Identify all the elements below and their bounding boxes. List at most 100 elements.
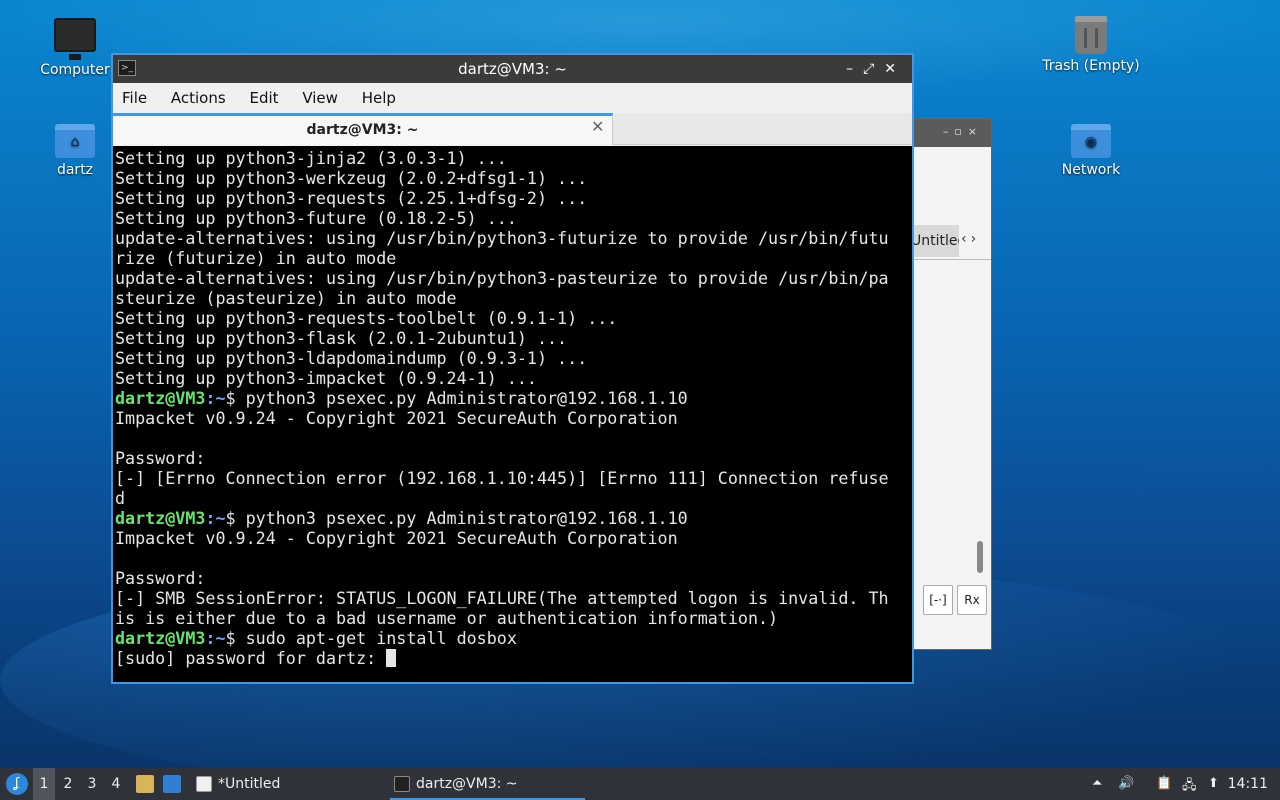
prompt-path: :~ [205,628,226,648]
task-untitled-editor[interactable]: *Untitled [192,768,382,800]
terminal-tab[interactable]: dartz@VM3: ~ [113,113,613,145]
workspace-3[interactable]: 3 [81,768,103,800]
terminal-line: Setting up python3-requests-toolbelt (0.… [115,308,910,328]
editor-tab[interactable]: Untitled [911,225,959,257]
menu-edit[interactable]: Edit [249,89,278,107]
start-menu-icon[interactable]: ʆ [6,773,28,795]
desktop-icon-label: Trash (Empty) [1042,58,1140,74]
background-editor-window[interactable]: –▫× Untitled ‹› [-·] Rx [911,118,992,650]
terminal-icon [394,776,410,792]
window-title: dartz@VM3: ~ [458,60,567,78]
volume-icon[interactable]: 🔊 [1118,776,1134,791]
tray-up-arrow-icon[interactable]: ⏶ [1092,776,1102,791]
terminal-line: dartz@VM3:~$ python3 psexec.py Administr… [115,388,910,408]
terminal-line: update-alternatives: using /usr/bin/pyth… [115,268,910,288]
menu-help[interactable]: Help [362,89,396,107]
terminal-line: Password: [115,448,910,468]
terminal-line: rize (futurize) in auto mode [115,248,910,268]
output-text: Setting up python3-requests (2.25.1+dfsg… [115,188,588,208]
output-text: Setting up python3-jinja2 (3.0.3-1) ... [115,148,507,168]
output-text: Setting up python3-werkzeug (2.0.2+dfsg1… [115,168,588,188]
terminal-output[interactable]: Setting up python3-jinja2 (3.0.3-1) ... S… [113,146,912,682]
task-label: *Untitled [218,776,281,792]
window-controls[interactable]: –▫× [913,119,991,147]
desktop-icon-computer[interactable]: Computer [25,18,125,78]
output-text: Setting up python3-future (0.18.2-5) ... [115,208,517,228]
terminal-line: steurize (pasteurize) in auto mode [115,288,910,308]
window-titlebar[interactable]: >_ dartz@VM3: ~ –⤢✕ [113,55,912,83]
command-text: $ python3 psexec.py Administrator@192.16… [225,388,688,408]
terminal-line: d [115,488,910,508]
output-text: Impacket v0.9.24 - Copyright 2021 Secure… [115,528,678,548]
menu-bar: File Actions Edit View Help [113,83,912,113]
desktop-icon-trash[interactable]: Trash (Empty) [1041,16,1141,74]
close-icon[interactable]: ✕ [884,61,906,77]
output-text: Setting up python3-requests-toolbelt (0.… [115,308,618,328]
toolbar-button-regex[interactable]: Rx [957,585,987,615]
terminal-line: Setting up python3-werkzeug (2.0.2+dfsg1… [115,168,910,188]
terminal-line: Setting up python3-impacket (0.9.24-1) .… [115,368,910,388]
clock[interactable]: 14:11 [1228,768,1268,800]
terminal-line: dartz@VM3:~$ python3 psexec.py Administr… [115,508,910,528]
workspace-2[interactable]: 2 [57,768,79,800]
desktop-icon-home[interactable]: ⌂ dartz [25,124,125,178]
desktop-icon-label: Computer [40,62,110,78]
output-text: Setting up python3-impacket (0.9.24-1) .… [115,368,537,388]
command-text: $ sudo apt-get install dosbox [225,628,517,648]
prompt-path: :~ [205,508,226,528]
terminal-line: [sudo] password for dartz: [115,648,910,668]
task-terminal[interactable]: dartz@VM3: ~ [390,768,585,800]
menu-actions[interactable]: Actions [171,89,226,107]
terminal-line: Password: [115,568,910,588]
terminal-window[interactable]: >_ dartz@VM3: ~ –⤢✕ File Actions Edit Vi… [111,53,914,684]
output-text: Setting up python3-flask (2.0.1-2ubuntu1… [115,328,568,348]
network-tray-icon[interactable]: 🖧 [1182,776,1197,798]
scrollbar-thumb[interactable] [977,541,983,573]
tab-close-icon[interactable]: ✕ [591,117,604,136]
prompt-user: dartz@VM3 [115,508,206,528]
workspace-4[interactable]: 4 [105,768,127,800]
clipboard-icon[interactable]: 📋 [1156,776,1172,791]
desktop-icon-label: dartz [56,162,94,178]
prompt-user: dartz@VM3 [115,628,206,648]
update-notifier-icon[interactable]: ⬆ [1208,776,1219,791]
desktop-icon-network[interactable]: ◉ Network [1041,124,1141,178]
terminal-line: Setting up python3-flask (2.0.1-2ubuntu1… [115,328,910,348]
output-text: Setting up python3-ldapdomaindump (0.9.3… [115,348,588,368]
show-desktop-icon[interactable] [163,775,181,793]
toolbar-button-brackets[interactable]: [-·] [923,585,953,615]
window-controls[interactable]: –⤢✕ [846,55,906,83]
output-text: rize (futurize) in auto mode [115,248,397,268]
output-text: d [115,488,126,508]
workspace-1[interactable]: 1 [33,768,55,800]
maximize-icon[interactable]: ⤢ [863,61,884,77]
output-text: steurize (pasteurize) in auto mode [115,288,457,308]
prompt-user: dartz@VM3 [115,388,206,408]
terminal-line: [-] SMB SessionError: STATUS_LOGON_FAILU… [115,588,910,608]
file-manager-launcher-icon[interactable] [136,775,154,793]
output-text: Password: [115,448,206,468]
network-folder-icon: ◉ [1071,124,1111,158]
terminal-line: update-alternatives: using /usr/bin/pyth… [115,228,910,248]
output-text: Password: [115,568,206,588]
menu-file[interactable]: File [122,89,147,107]
trash-icon [1075,16,1107,54]
minimize-icon[interactable]: – [846,61,863,77]
desktop-icon-label: Network [1061,162,1121,178]
output-text: is is either due to a bad username or au… [115,608,779,628]
output-text: [-] [Errno Connection error (192.168.1.1… [115,468,889,488]
tab-scroll-arrows-icon[interactable]: ‹› [961,231,980,247]
text-editor-icon [196,776,212,792]
menu-view[interactable]: View [302,89,338,107]
terminal-line: Setting up python3-future (0.18.2-5) ... [115,208,910,228]
output-text: update-alternatives: using /usr/bin/pyth… [115,228,889,248]
prompt-path: :~ [205,388,226,408]
output-text: Impacket v0.9.24 - Copyright 2021 Secure… [115,408,678,428]
text-cursor [386,649,397,667]
command-text: $ python3 psexec.py Administrator@192.16… [225,508,688,528]
terminal-line: Impacket v0.9.24 - Copyright 2021 Secure… [115,408,910,428]
output-text: update-alternatives: using /usr/bin/pyth… [115,268,889,288]
terminal-line: [-] [Errno Connection error (192.168.1.1… [115,468,910,488]
